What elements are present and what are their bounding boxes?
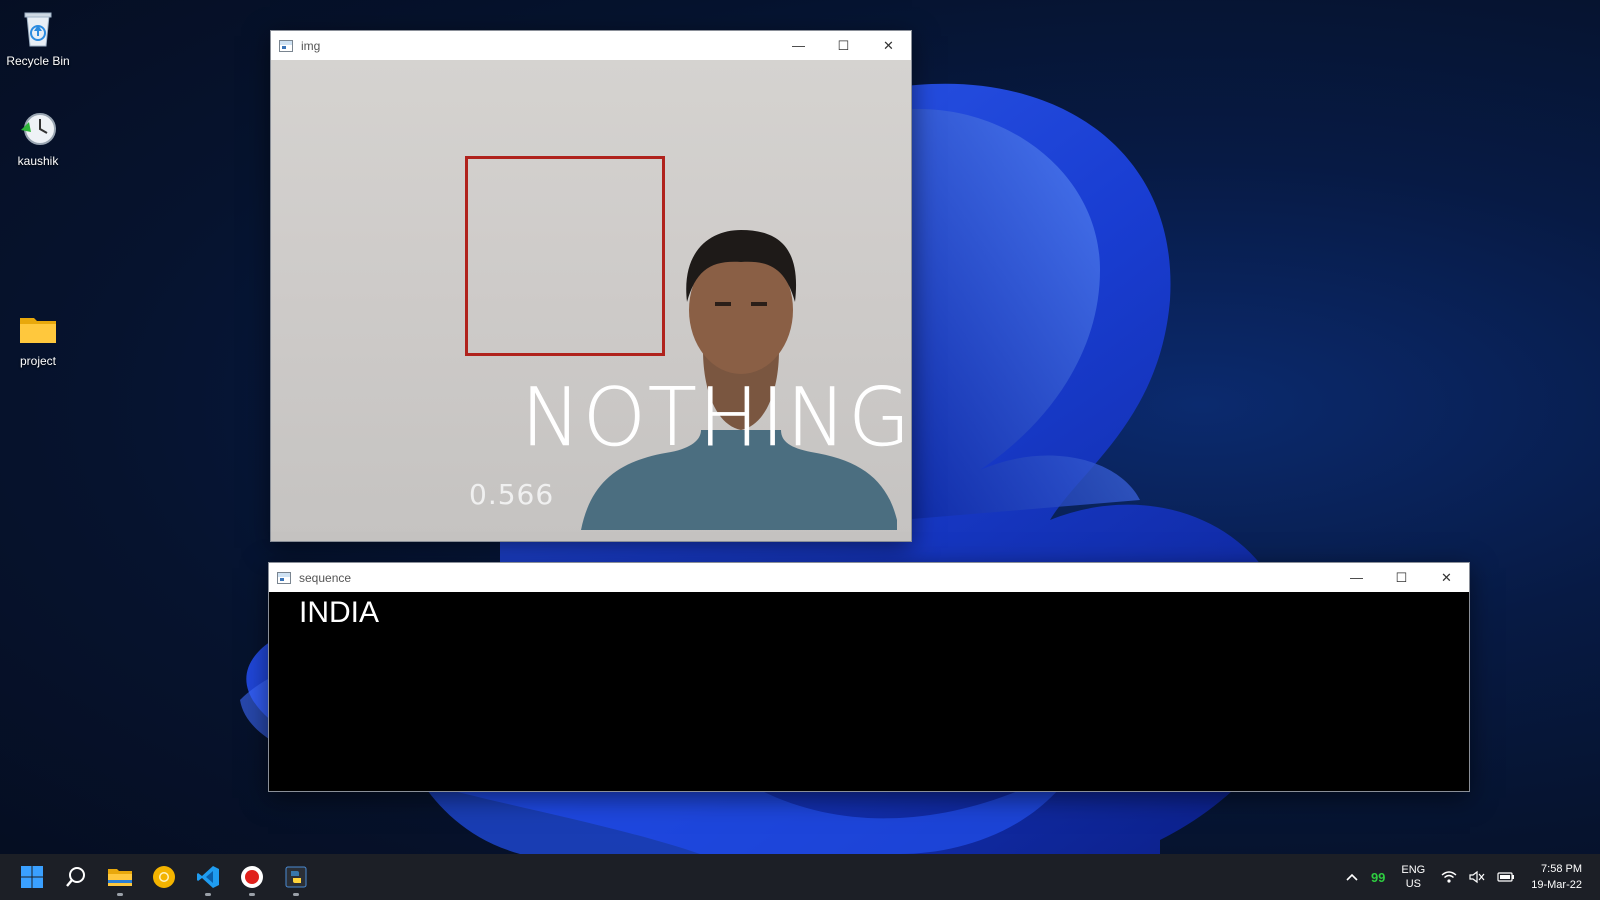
sequence-window[interactable]: sequence — ☐ ✕ INDIA bbox=[268, 562, 1470, 792]
desktop-icon-project[interactable]: project bbox=[0, 308, 76, 368]
desktop-icon-recycle-bin[interactable]: Recycle Bin bbox=[0, 8, 76, 68]
maximize-button[interactable]: ☐ bbox=[821, 31, 866, 60]
running-indicator bbox=[249, 893, 255, 896]
python-icon bbox=[285, 866, 307, 888]
taskbar-python[interactable] bbox=[274, 854, 318, 900]
clock-date: 19-Mar-22 bbox=[1531, 879, 1582, 891]
folder-icon bbox=[18, 308, 58, 348]
sequence-window-titlebar[interactable]: sequence — ☐ ✕ bbox=[269, 563, 1469, 592]
running-indicator bbox=[205, 893, 211, 896]
close-button[interactable]: ✕ bbox=[1424, 563, 1469, 592]
img-window-titlebar[interactable]: img — ☐ ✕ bbox=[271, 31, 911, 60]
taskbar: 99 ENG US 7:58 PM 19-Mar-22 bbox=[0, 854, 1600, 900]
taskbar-file-explorer[interactable] bbox=[98, 854, 142, 900]
taskbar-clock[interactable]: 7:58 PM 19-Mar-22 bbox=[1531, 861, 1582, 893]
minimize-button[interactable]: — bbox=[1334, 563, 1379, 592]
tray-battery-badge[interactable]: 99 bbox=[1371, 870, 1385, 885]
confidence-score: 0.566 bbox=[469, 478, 555, 511]
taskbar-search-button[interactable] bbox=[54, 854, 98, 900]
close-button[interactable]: ✕ bbox=[866, 31, 911, 60]
running-indicator bbox=[293, 893, 299, 896]
running-indicator bbox=[117, 893, 123, 896]
vscode-icon bbox=[197, 866, 219, 888]
desktop-icon-kaushik[interactable]: kaushik bbox=[0, 108, 76, 168]
desktop-icon-label: Recycle Bin bbox=[6, 54, 70, 68]
window-title: sequence bbox=[299, 570, 352, 585]
recycle-bin-icon bbox=[18, 8, 58, 48]
region-code: US bbox=[1405, 878, 1421, 890]
taskbar-recorder[interactable] bbox=[230, 854, 274, 900]
desktop-icon-label: kaushik bbox=[17, 154, 59, 168]
chevron-up-icon bbox=[1346, 873, 1358, 881]
sequence-text: INDIA bbox=[299, 596, 380, 629]
windows-start-icon bbox=[21, 866, 43, 888]
folder-icon bbox=[108, 869, 132, 886]
clock-time: 7:58 PM bbox=[1541, 863, 1582, 875]
clock-restore-icon bbox=[18, 108, 58, 148]
camera-feed: NOTHING 0.566 bbox=[271, 60, 911, 541]
img-window[interactable]: img — ☐ ✕ NOTHING 0.566 bbox=[270, 30, 912, 542]
record-icon bbox=[241, 866, 263, 888]
desktop-icon-label: project bbox=[19, 354, 57, 368]
language-indicator[interactable]: ENG US bbox=[1401, 863, 1425, 891]
app-window-icon bbox=[277, 571, 291, 584]
volume-muted-icon[interactable] bbox=[1469, 870, 1485, 884]
window-title: img bbox=[301, 38, 321, 53]
language-code: ENG bbox=[1401, 864, 1426, 876]
prediction-label: NOTHING bbox=[521, 371, 911, 464]
wifi-icon[interactable] bbox=[1441, 870, 1457, 884]
taskbar-browser[interactable] bbox=[142, 854, 186, 900]
search-icon bbox=[66, 867, 85, 887]
region-of-interest-box bbox=[465, 156, 665, 356]
minimize-button[interactable]: — bbox=[776, 31, 821, 60]
maximize-button[interactable]: ☐ bbox=[1379, 563, 1424, 592]
sequence-canvas: INDIA bbox=[269, 592, 1469, 791]
app-window-icon bbox=[279, 39, 293, 52]
tray-overflow-button[interactable] bbox=[1345, 872, 1359, 882]
system-tray: 99 ENG US 7:58 PM 19-Mar-22 bbox=[1339, 854, 1600, 900]
taskbar-start-button[interactable] bbox=[10, 854, 54, 900]
taskbar-vscode[interactable] bbox=[186, 854, 230, 900]
battery-icon[interactable] bbox=[1497, 871, 1515, 883]
browser-icon bbox=[153, 866, 175, 888]
